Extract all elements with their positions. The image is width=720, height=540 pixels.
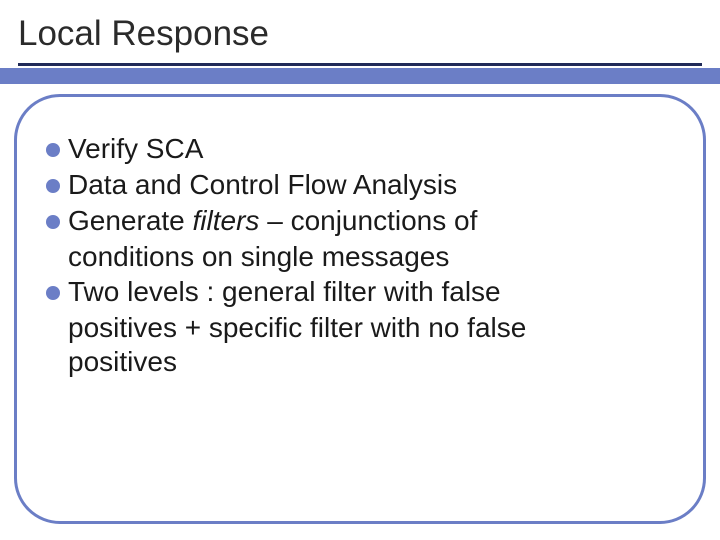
bullet-item: Generate filters – conjunctions of bbox=[46, 204, 676, 238]
bullet-prefix: Generate bbox=[68, 205, 193, 236]
bullet-list: Verify SCA Data and Control Flow Analysi… bbox=[46, 132, 676, 379]
title-box: Local Response bbox=[0, 0, 720, 68]
bullet-continuation: positives bbox=[68, 345, 676, 379]
bullet-suffix: – conjunctions of bbox=[259, 205, 477, 236]
bullet-italic: filters bbox=[193, 205, 260, 236]
bullet-icon bbox=[46, 143, 60, 157]
bullet-text: Generate filters – conjunctions of bbox=[68, 204, 477, 238]
bullet-icon bbox=[46, 215, 60, 229]
bullet-text: Verify SCA bbox=[68, 132, 203, 166]
bullet-icon bbox=[46, 286, 60, 300]
bullet-continuation: conditions on single messages bbox=[68, 240, 676, 274]
bullet-item: Two levels : general filter with false bbox=[46, 275, 676, 309]
bullet-text: Data and Control Flow Analysis bbox=[68, 168, 457, 202]
bullet-item: Verify SCA bbox=[46, 132, 676, 166]
bullet-text: Two levels : general filter with false bbox=[68, 275, 501, 309]
title-underline bbox=[18, 63, 702, 66]
bullet-icon bbox=[46, 179, 60, 193]
slide-title: Local Response bbox=[18, 14, 269, 54]
bullet-continuation: positives + specific filter with no fals… bbox=[68, 311, 676, 345]
bullet-item: Data and Control Flow Analysis bbox=[46, 168, 676, 202]
